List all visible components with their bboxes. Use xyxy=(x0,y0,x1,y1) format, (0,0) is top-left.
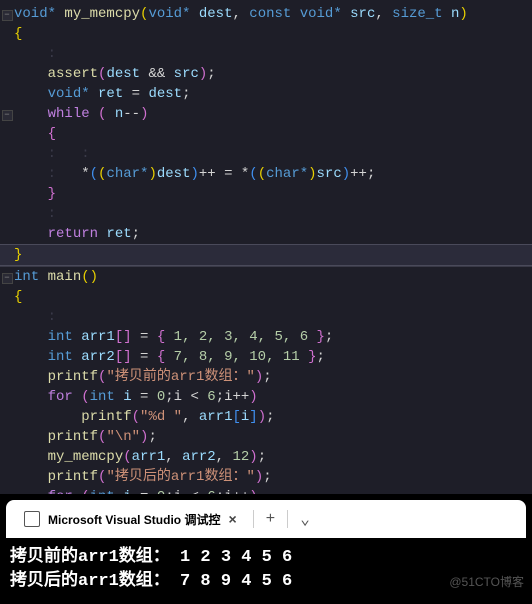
add-tab-button[interactable]: + xyxy=(260,508,282,530)
fold-icon[interactable]: − xyxy=(2,10,13,21)
tab-title: Microsoft Visual Studio 调试控 xyxy=(48,511,220,528)
output-values: 1 2 3 4 5 6 xyxy=(180,548,292,567)
separator xyxy=(287,510,288,528)
code-token: my_memcpy xyxy=(64,4,140,24)
code-editor[interactable]: −void* my_memcpy(void* dest, const void*… xyxy=(0,0,532,551)
separator xyxy=(253,510,254,528)
tab-bar: Microsoft Visual Studio 调试控 × + ⌄ xyxy=(6,500,526,538)
console-tab[interactable]: Microsoft Visual Studio 调试控 × xyxy=(14,505,247,534)
console-output: 拷贝前的arr1数组： 1 2 3 4 5 6 拷贝后的arr1数组： 7 8 … xyxy=(0,538,532,604)
close-icon[interactable]: × xyxy=(228,511,236,527)
fold-icon[interactable]: − xyxy=(2,273,13,284)
output-label: 拷贝后的arr1数组： xyxy=(10,572,170,591)
output-label: 拷贝前的arr1数组： xyxy=(10,548,170,567)
dropdown-icon[interactable]: ⌄ xyxy=(294,507,316,531)
code-token: void* xyxy=(14,4,64,24)
watermark: @51CTO博客 xyxy=(449,573,524,590)
fold-icon[interactable]: − xyxy=(2,110,13,121)
terminal-icon xyxy=(24,511,40,527)
output-values: 7 8 9 4 5 6 xyxy=(180,572,292,591)
